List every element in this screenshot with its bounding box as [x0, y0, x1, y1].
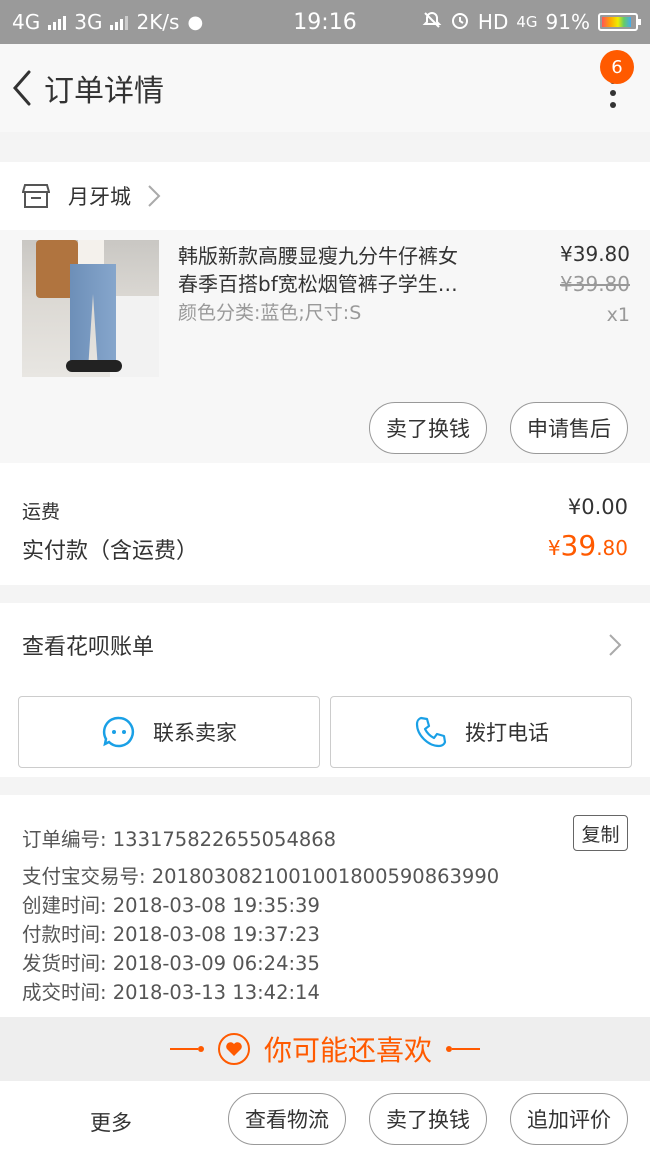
contact-seller-button[interactable]: 联系卖家 [18, 696, 320, 768]
network-label: 4G [12, 10, 41, 34]
divider-left [169, 1046, 204, 1052]
product-title-line1: 韩版新款高腰显瘦九分牛仔裤女 [178, 244, 458, 268]
paid-currency: ¥ [547, 536, 561, 560]
shop-name: 月牙城 [68, 185, 131, 209]
product-original-price: ¥39.80 [560, 272, 630, 296]
product-title-line2: 春季百搭bf宽松烟管裤子学生… [178, 272, 458, 296]
mute-icon [422, 10, 442, 35]
add-review-button[interactable]: 追加评价 [510, 1093, 628, 1145]
bottom-action-bar: 更多 查看物流 卖了换钱 追加评价 [0, 1081, 650, 1155]
order-info: 订单编号: 1331758226550548​68 支付宝交易号: 201803… [0, 795, 650, 1017]
chevron-right-icon [609, 634, 622, 656]
paid-int: 39 [560, 529, 597, 562]
more-button[interactable]: 更多 [90, 1107, 132, 1137]
completed-time: 成交时间: 2018-03-13 13:42:14 [22, 981, 320, 1004]
chevron-left-icon [13, 70, 31, 106]
product-quantity: x1 [606, 304, 630, 326]
huabei-bill-label: 查看花呗账单 [22, 635, 155, 660]
battery-percent: 91% [545, 10, 590, 34]
contact-row: 联系卖家 拨打电话 [0, 687, 650, 777]
recommend-title: 你可能还喜欢 [263, 1034, 432, 1067]
paid-time: 付款时间: 2018-03-08 19:37:23 [22, 923, 320, 946]
paid-label: 实付款（含运费） [22, 539, 199, 564]
resell-button[interactable]: 卖了换钱 [369, 402, 487, 454]
product-card[interactable]: 韩版新款高腰显瘦九分牛仔裤女 春季百搭bf宽松烟管裤子学生… 颜色分类:蓝色;尺… [0, 230, 650, 463]
shop-row[interactable]: 月牙城 [0, 162, 650, 230]
signal-icon-2 [110, 14, 129, 30]
huabei-bill-row[interactable]: 查看花呗账单 [0, 603, 650, 687]
alipay-trade-number: 支付宝交易号: 2018030821001001800590863990 [22, 865, 500, 888]
product-spec: 颜色分类:蓝色;尺寸:S [178, 302, 362, 324]
call-button[interactable]: 拨打电话 [330, 696, 632, 768]
network-label-3: 4G [516, 13, 538, 31]
chevron-right-icon [148, 185, 161, 207]
shipping-value: ¥0.00 [567, 495, 628, 519]
page-title: 订单详情 [44, 74, 164, 109]
view-logistics-button[interactable]: 查看物流 [228, 1093, 346, 1145]
alarm-icon [450, 10, 470, 35]
recommend-header: 你可能还喜欢 [0, 1017, 650, 1081]
divider-right [446, 1046, 480, 1052]
resell-button-bottom[interactable]: 卖了换钱 [369, 1093, 487, 1145]
shop-icon [22, 184, 50, 208]
paid-dec: .80 [596, 536, 628, 560]
notification-icon: ● [187, 11, 204, 33]
product-title[interactable]: 韩版新款高腰显瘦九分牛仔裤女 春季百搭bf宽松烟管裤子学生… [178, 242, 488, 298]
fee-summary: 运费 ¥0.00 实付款（含运费） ¥39.80 [0, 463, 650, 585]
battery-fill [602, 17, 632, 27]
paid-amount: ¥39.80 [548, 529, 628, 562]
product-price: ¥39.80 [560, 242, 630, 266]
phone-icon [415, 716, 447, 748]
after-sales-button[interactable]: 申请售后 [510, 402, 628, 454]
network-label-2: 3G [74, 10, 103, 34]
call-label: 拨打电话 [465, 721, 549, 745]
copy-button[interactable]: 复制 [573, 815, 628, 851]
signal-icon [48, 14, 67, 30]
created-time: 创建时间: 2018-03-08 19:35:39 [22, 894, 320, 917]
shipped-time: 发货时间: 2018-03-09 06:24:35 [22, 952, 320, 975]
battery-icon [598, 13, 641, 31]
contact-seller-label: 联系卖家 [153, 721, 237, 745]
notification-badge[interactable]: 6 [600, 50, 634, 84]
product-image[interactable] [22, 240, 159, 377]
nav-bar: 订单详情 6 [0, 44, 650, 132]
speed-label: 2K/s [136, 10, 180, 34]
chat-icon [102, 716, 135, 748]
hd-label: HD [477, 10, 509, 34]
status-bar: 4G 3G 2K/s ● 19:16 HD 4G 91% [0, 0, 650, 44]
back-button[interactable] [0, 44, 44, 132]
heart-icon [217, 1033, 250, 1065]
shipping-label: 运费 [22, 501, 61, 523]
order-number: 订单编号: 1331758226550548​68 [22, 828, 337, 851]
